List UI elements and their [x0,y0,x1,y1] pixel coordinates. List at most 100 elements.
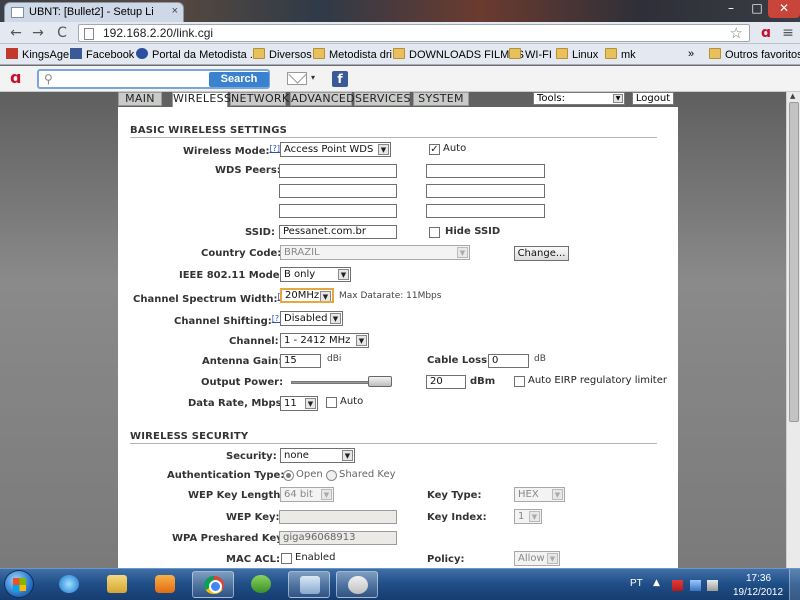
channel-shifting-select[interactable]: Disabled ▼ [280,311,343,326]
chrome-menu-icon[interactable]: ≡ [778,24,798,42]
mail-dropdown-icon[interactable]: ▾ [311,73,315,82]
volume-icon[interactable] [707,580,718,591]
auth-shared-radio[interactable] [326,470,337,481]
data-rate-select[interactable]: 11 ▼ [280,396,318,411]
tab-advanced[interactable]: ADVANCED [290,92,355,106]
page-scrollbar[interactable]: ▲ [786,92,800,568]
wpa-key-input[interactable]: giga96068913 [279,531,397,545]
tab-wireless[interactable]: WIRELESS [172,92,231,107]
policy-select[interactable]: Allow ▼ [514,551,560,566]
spectrum-width-select[interactable]: 20MHz ▼ [280,288,334,303]
change-country-button[interactable]: Change... [514,246,569,261]
bookmark-folder-downloads-filmes[interactable]: DOWNLOADS FILMES [393,48,524,61]
wds-peer-input-4[interactable] [426,184,545,198]
url-input[interactable]: 192.168.2.20/link.cgi ☆ [78,24,750,42]
taskbar-messenger[interactable] [240,571,282,598]
scroll-up-icon[interactable]: ▲ [790,92,795,100]
minimize-button[interactable]: – [718,0,744,18]
antenna-gain-input[interactable]: 15 [280,354,321,368]
close-window-button[interactable]: ✕ [768,0,800,18]
key-index-select[interactable]: 1 ▼ [514,509,542,524]
output-power-slider-handle[interactable] [368,376,392,387]
taskbar-remote-desktop[interactable] [288,571,330,598]
ssid-input[interactable]: Pessanet.com.br [279,225,397,239]
scroll-thumb[interactable] [789,102,799,422]
cable-loss-input[interactable]: 0 [488,354,529,368]
chevron-down-icon: ▼ [378,144,389,155]
data-rate-auto-checkbox[interactable] [326,397,337,408]
toolbar-search-button[interactable]: Search [209,72,269,87]
taskbar-windows-explorer[interactable] [96,571,138,598]
wireless-mode-select[interactable]: Access Point WDS ▼ [280,142,391,157]
kingsage-icon [6,48,18,59]
bookmark-folder-wifi[interactable]: WI-FI [509,48,552,61]
logout-button[interactable]: Logout [632,92,674,105]
tab-close-icon[interactable]: × [172,5,178,17]
bookmark-kingsage[interactable]: KingsAge [6,48,69,61]
tab-main[interactable]: MAIN [118,92,162,106]
bookmark-folder-diversos[interactable]: Diversos [253,48,312,61]
hide-ssid-checkbox[interactable] [429,227,440,238]
channel-select[interactable]: 1 - 2412 MHz ▼ [280,333,369,348]
clock-time[interactable]: 17:36 [746,573,771,584]
wep-key-input[interactable] [279,510,397,524]
browser-tab[interactable]: UBNT: [Bullet2] - Setup Li × [4,2,184,22]
forward-button[interactable]: → [28,24,48,42]
maximize-button[interactable]: □ [744,0,770,18]
wds-peer-input-6[interactable] [426,204,545,218]
bookmarks-overflow-icon[interactable]: » [688,48,694,60]
tools-select[interactable]: Tools: ▼ [533,92,625,105]
reload-button[interactable]: C [52,24,72,42]
data-rate-label: Data Rate, Mbps: [188,398,286,409]
other-bookmarks[interactable]: Outros favoritos [709,48,800,61]
bookmark-facebook[interactable]: Facebook [70,48,134,61]
wep-key-length-label: WEP Key Length: [188,490,285,501]
chrome-icon [204,576,224,594]
bookmark-star-icon[interactable]: ☆ [730,24,743,42]
taskbar-internet-explorer[interactable] [48,571,90,598]
key-index-label: Key Index: [427,512,487,523]
bookmark-folder-linux[interactable]: Linux [556,48,598,61]
taskbar-media-player[interactable] [144,571,186,598]
show-hidden-icons-icon[interactable]: ▲ [653,578,664,589]
output-power-input[interactable]: 20 [426,375,466,389]
wds-peer-input-2[interactable] [426,164,545,178]
bookmark-folder-metodista-dri[interactable]: Metodista dri [313,48,392,61]
ssid-label: SSID: [245,227,275,238]
channel-shifting-label: Channel Shifting:[?] [174,314,283,327]
avira-extension-icon[interactable]: ɑ [756,24,776,42]
language-indicator[interactable]: PT [630,578,643,589]
taskbar-chrome[interactable] [192,571,234,598]
mac-acl-checkbox[interactable] [281,553,292,564]
security-select[interactable]: none ▼ [280,448,355,463]
action-center-icon[interactable] [672,580,683,591]
tab-network[interactable]: NETWORK [230,92,289,106]
tab-system[interactable]: SYSTEM [413,92,469,106]
taskbar-paint[interactable] [336,571,378,598]
wds-peer-input-1[interactable] [279,164,397,178]
tab-services[interactable]: SERVICES [354,92,410,106]
wds-peer-input-3[interactable] [279,184,397,198]
back-button[interactable]: ← [6,24,26,42]
auth-type-label: Authentication Type: [167,470,285,481]
country-code-select[interactable]: BRAZIL ▼ [280,245,470,260]
wireless-mode-auto-checkbox[interactable]: ✓ [429,144,440,155]
help-link[interactable]: [?] [270,144,281,153]
bookmark-folder-mk[interactable]: mk [605,48,636,61]
wds-peer-input-5[interactable] [279,204,397,218]
folder-icon [709,48,721,59]
clock-date[interactable]: 19/12/2012 [733,587,783,598]
eirp-limiter-checkbox[interactable] [514,376,525,387]
auth-open-radio[interactable] [283,470,294,481]
folder-icon [556,48,568,59]
folder-icon [253,48,265,59]
start-button[interactable] [4,570,34,598]
key-type-select[interactable]: HEX ▼ [514,487,565,502]
show-desktop-button[interactable] [789,569,800,600]
facebook-icon[interactable]: f [332,71,348,87]
wep-key-length-select[interactable]: 64 bit ▼ [280,487,334,502]
ieee-mode-select[interactable]: B only ▼ [280,267,351,282]
network-icon[interactable] [690,580,701,591]
mail-icon[interactable] [287,72,307,85]
bookmark-portal-metodista[interactable]: Portal da Metodista ... [136,48,259,61]
